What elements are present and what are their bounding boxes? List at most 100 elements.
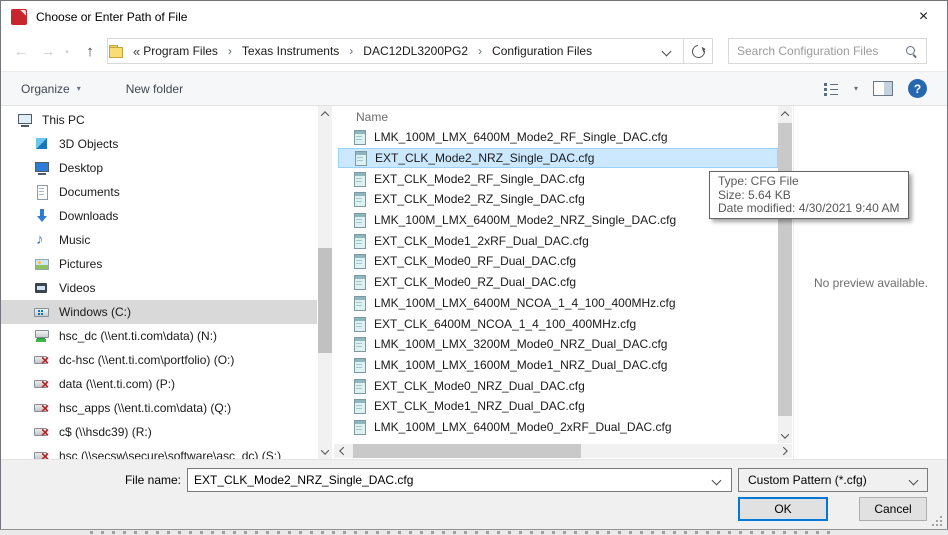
new-folder-button[interactable]: New folder	[126, 82, 183, 96]
sidebar-item-hsc-apps-q[interactable]: hsc_apps (\\ent.ti.com\data) (Q:)	[1, 396, 317, 420]
resize-grip[interactable]	[931, 515, 942, 526]
file-row[interactable]: EXT_CLK_Mode0_RZ_Dual_DAC.cfg	[338, 272, 778, 293]
sidebar-item-3d-objects[interactable]: 3D Objects	[1, 132, 317, 156]
pictures-icon	[34, 256, 50, 272]
sidebar-item-label: c$ (\\hsdc39) (R:)	[59, 425, 152, 439]
sidebar-item-desktop[interactable]: Desktop	[1, 156, 317, 180]
scroll-left-button[interactable]	[334, 444, 349, 458]
file-name: LMK_100M_LMX_6400M_Mode0_2xRF_Dual_DAC.c…	[374, 420, 672, 434]
file-row[interactable]: LMK_100M_LMX_6400M_Mode2_RF_Single_DAC.c…	[338, 127, 778, 148]
sidebar-item-this-pc[interactable]: This PC	[1, 108, 317, 132]
disconnected-drive-icon	[34, 352, 50, 368]
list-horizontal-scrollbar[interactable]	[334, 444, 792, 458]
file-row[interactable]: LMK_100M_LMX_3200M_Mode0_NRZ_Dual_DAC.cf…	[338, 334, 778, 355]
file-name: EXT_CLK_Mode0_RZ_Dual_DAC.cfg	[374, 275, 576, 289]
sidebar-item-label: Videos	[59, 281, 95, 295]
chevron-down-icon[interactable]	[712, 475, 722, 485]
chevron-down-icon: ▾	[65, 48, 69, 56]
disconnected-drive-icon	[34, 448, 50, 459]
preview-pane-icon[interactable]	[873, 81, 893, 96]
scroll-up-button[interactable]	[778, 106, 792, 121]
breadcrumb-separator[interactable]: ›	[471, 44, 489, 58]
sidebar-item-hsc-dc-n[interactable]: hsc_dc (\\ent.ti.com\data) (N:)	[1, 324, 317, 348]
scrollbar-thumb[interactable]	[778, 123, 792, 416]
breadcrumb-item-configuration-files[interactable]: Configuration Files	[489, 44, 595, 58]
sidebar-item-label: Documents	[59, 185, 120, 199]
sidebar-item-hsc-s[interactable]: hsc (\\secsw\secure\software\asc_dc) (S:…	[1, 444, 317, 459]
breadcrumb-separator[interactable]: ›	[221, 44, 239, 58]
file-row[interactable]: EXT_CLK_Mode0_RF_Dual_DAC.cfg	[338, 251, 778, 272]
sidebar-item-downloads[interactable]: Downloads	[1, 204, 317, 228]
sidebar-item-label: Pictures	[59, 257, 102, 271]
cfg-file-icon	[352, 212, 368, 228]
sidebar-scrollbar[interactable]	[318, 106, 332, 459]
sidebar-item-label: Desktop	[59, 161, 103, 175]
sidebar-item-c-dollar-r[interactable]: c$ (\\hsdc39) (R:)	[1, 420, 317, 444]
file-row[interactable]: EXT_CLK_Mode1_NRZ_Dual_DAC.cfg	[338, 396, 778, 417]
file-name: EXT_CLK_Mode2_RF_Single_DAC.cfg	[374, 172, 585, 186]
cancel-button[interactable]: Cancel	[859, 497, 927, 521]
ok-button[interactable]: OK	[738, 497, 828, 521]
sidebar-item-label: 3D Objects	[59, 137, 118, 151]
scroll-down-button[interactable]	[318, 444, 332, 459]
file-row[interactable]: LMK_100M_LMX_1600M_Mode1_NRZ_Dual_DAC.cf…	[338, 355, 778, 376]
breadcrumb-separator[interactable]: ›	[342, 44, 360, 58]
back-button[interactable]: ←	[9, 32, 33, 71]
breadcrumb-item-program-files[interactable]: Program Files	[140, 44, 221, 58]
file-row[interactable]: LMK_100M_LMX_6400M_Mode0_2xRF_Dual_DAC.c…	[338, 417, 778, 438]
breadcrumb-overflow[interactable]: «	[133, 44, 140, 59]
sidebar-item-documents[interactable]: Documents	[1, 180, 317, 204]
sidebar-item-dc-hsc-o[interactable]: dc-hsc (\\ent.ti.com\portfolio) (O:)	[1, 348, 317, 372]
sidebar-item-data-p[interactable]: data (\\ent.ti.com) (P:)	[1, 372, 317, 396]
sidebar-item-label: hsc_dc (\\ent.ti.com\data) (N:)	[59, 329, 217, 343]
sidebar-item-label: Windows (C:)	[59, 305, 131, 319]
file-type-filter-dropdown[interactable]: Custom Pattern (*.cfg)	[738, 468, 928, 492]
sidebar-item-music[interactable]: Music	[1, 228, 317, 252]
back-icon: ←	[14, 43, 29, 60]
file-row[interactable]: LMK_100M_LMX_6400M_NCOA_1_4_100_400MHz.c…	[338, 293, 778, 314]
address-dropdown-button[interactable]	[663, 44, 670, 58]
scrollbar-thumb[interactable]	[353, 444, 581, 458]
scroll-right-button[interactable]	[777, 444, 792, 458]
file-name-input[interactable]	[188, 472, 713, 488]
help-icon[interactable]: ?	[908, 79, 927, 98]
windows-drive-icon	[34, 304, 50, 320]
scroll-down-button[interactable]	[778, 428, 792, 443]
chevron-up-icon	[781, 111, 789, 119]
file-info-tooltip: Type: CFG File Size: 5.64 KB Date modifi…	[709, 171, 909, 219]
chevron-left-icon	[339, 447, 347, 455]
refresh-button[interactable]	[683, 38, 713, 64]
list-vertical-scrollbar[interactable]	[778, 106, 792, 443]
recent-locations-button[interactable]: ▾	[60, 32, 74, 71]
breadcrumb[interactable]: « Program Files › Texas Instruments › DA…	[107, 38, 684, 64]
scroll-up-button[interactable]	[318, 106, 332, 121]
scrollbar-thumb[interactable]	[318, 248, 332, 353]
file-name: EXT_CLK_Mode1_2xRF_Dual_DAC.cfg	[374, 234, 589, 248]
file-row-selected[interactable]: EXT_CLK_Mode2_NRZ_Single_DAC.cfg	[338, 148, 778, 169]
file-row[interactable]: EXT_CLK_Mode0_NRZ_Dual_DAC.cfg	[338, 375, 778, 396]
breadcrumb-item-texas-instruments[interactable]: Texas Instruments	[239, 44, 342, 58]
sidebar-item-pictures[interactable]: Pictures	[1, 252, 317, 276]
close-button[interactable]: ×	[901, 2, 946, 31]
main-area: This PC 3D Objects Desktop Documents Dow…	[1, 106, 947, 459]
change-view-icon[interactable]	[823, 82, 839, 95]
chevron-down-icon[interactable]: ▾	[854, 84, 858, 93]
search-input[interactable]	[729, 44, 905, 58]
column-header-name[interactable]: Name	[334, 106, 778, 127]
search-icon[interactable]	[905, 45, 918, 58]
sidebar-item-windows-c[interactable]: Windows (C:)	[1, 300, 317, 324]
chevron-down-icon	[662, 47, 672, 57]
organize-label: Organize	[21, 82, 70, 96]
file-row[interactable]: EXT_CLK_Mode1_2xRF_Dual_DAC.cfg	[338, 230, 778, 251]
disconnected-drive-icon	[34, 424, 50, 440]
organize-button[interactable]: Organize ▾	[21, 82, 81, 96]
title-bar[interactable]: Choose or Enter Path of File	[1, 1, 947, 32]
sidebar-item-videos[interactable]: Videos	[1, 276, 317, 300]
forward-button[interactable]: →	[36, 32, 60, 71]
up-button[interactable]: ↑	[78, 32, 102, 71]
file-row[interactable]: EXT_CLK_6400M_NCOA_1_4_100_400MHz.cfg	[338, 313, 778, 334]
file-list: Name LMK_100M_LMX_6400M_Mode2_RF_Single_…	[334, 106, 778, 459]
breadcrumb-item-dac12dl3200pg2[interactable]: DAC12DL3200PG2	[360, 44, 471, 58]
cfg-file-icon	[352, 419, 368, 435]
navigation-bar: ← → ▾ ↑ « Program Files › Texas Instrume…	[1, 32, 947, 71]
